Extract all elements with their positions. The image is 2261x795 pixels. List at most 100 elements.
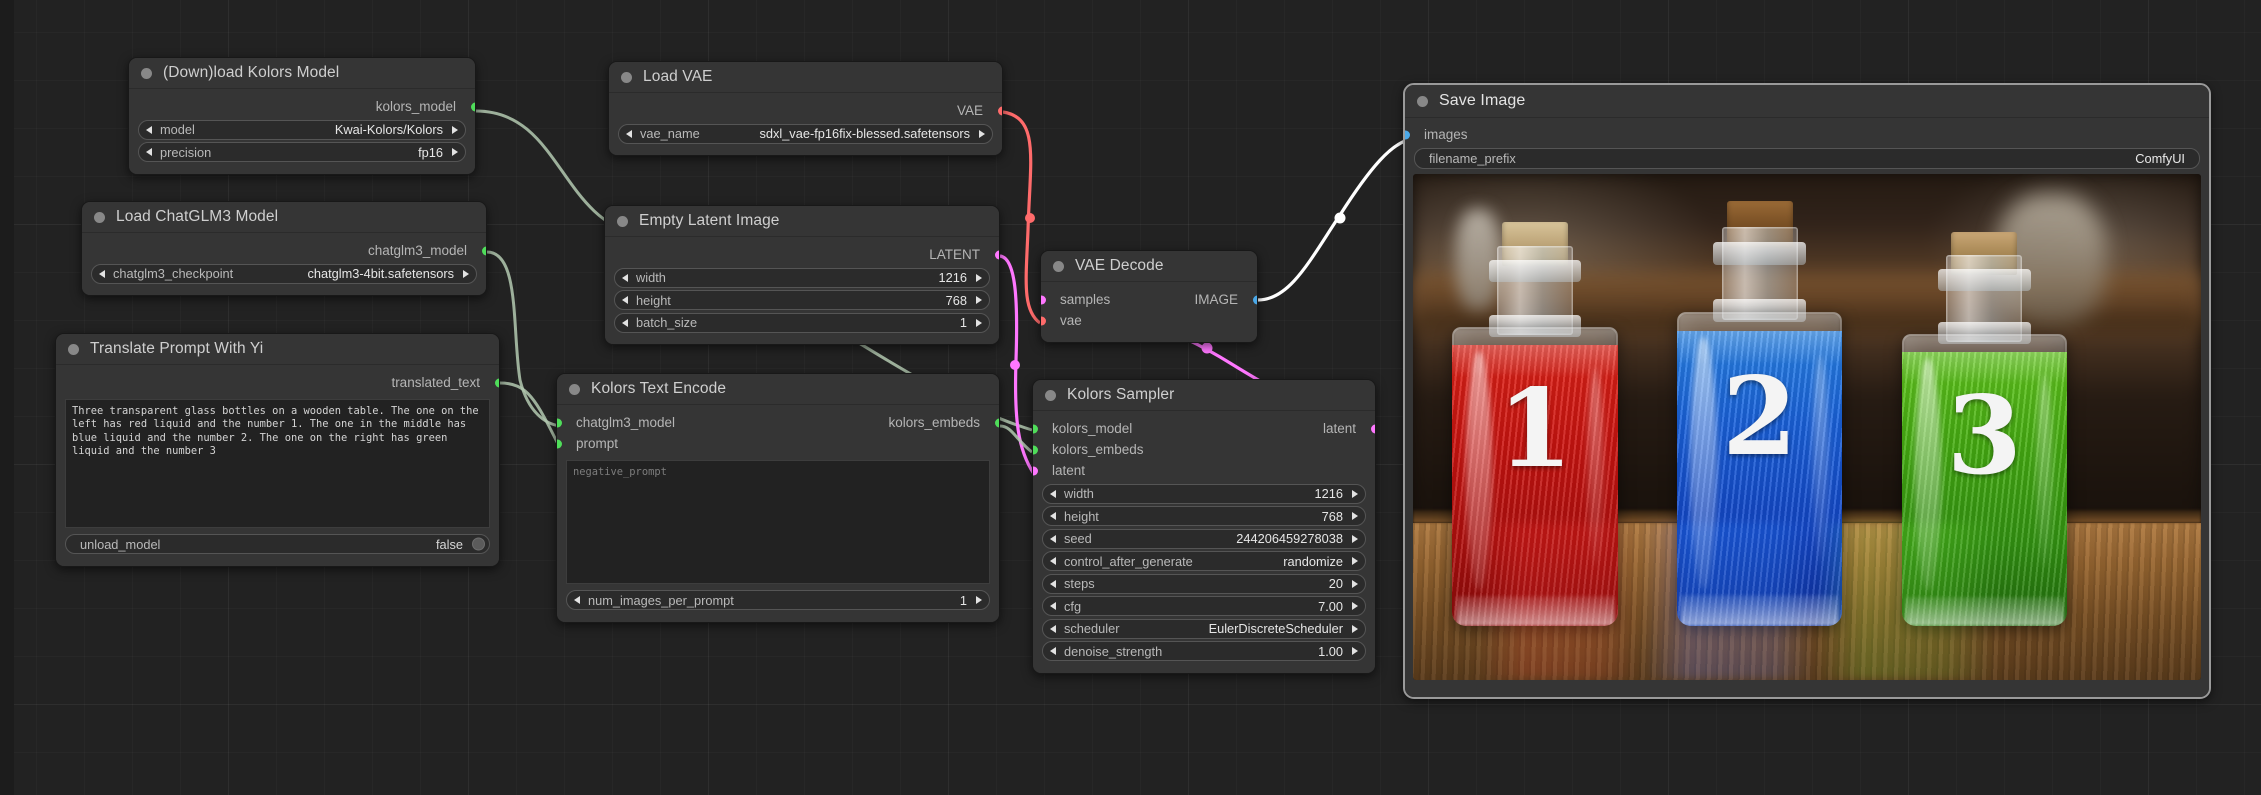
increment-arrow-icon[interactable] (1352, 579, 1358, 588)
output-port-dot[interactable] (481, 246, 486, 255)
output-slot-kolors-model[interactable]: kolors_model (129, 96, 475, 117)
input-slot-latent[interactable]: latent (1033, 460, 1375, 481)
input-port-dot[interactable] (557, 439, 562, 448)
output-slot-translated-text[interactable]: translated_text (56, 372, 499, 393)
input-port-dot[interactable] (1033, 466, 1038, 475)
widget-width[interactable]: width 1216 (1042, 483, 1366, 504)
node-title-bar[interactable]: Load VAE (609, 62, 1002, 93)
node-empty-latent-image[interactable]: Empty Latent Image LATENT width 1216 hei… (604, 205, 1000, 345)
input-slot-vae[interactable]: vae (1041, 310, 1257, 331)
widget-denoise-strength[interactable]: denoise_strength 1.00 (1042, 641, 1366, 661)
decrement-arrow-icon[interactable] (1050, 512, 1056, 520)
node-download-kolors-model[interactable]: (Down)load Kolors Model kolors_model mod… (128, 57, 476, 175)
image-preview[interactable]: 1 2 3 (1413, 173, 2201, 680)
output-slot-kolors-embeds[interactable]: kolors_embeds (557, 412, 999, 433)
increment-arrow-icon[interactable] (976, 318, 982, 327)
node-title-bar[interactable]: Translate Prompt With Yi (56, 334, 499, 365)
node-load-chatglm3-model[interactable]: Load ChatGLM3 Model chatglm3_model chatg… (81, 201, 487, 296)
collapse-dot-icon[interactable] (1417, 95, 1428, 107)
output-port-dot[interactable] (494, 378, 499, 387)
output-slot-latent[interactable]: LATENT (605, 244, 999, 265)
node-vae-decode[interactable]: VAE Decode samples IMAGE vae (1040, 250, 1258, 343)
node-translate-prompt-with-yi[interactable]: Translate Prompt With Yi translated_text… (55, 333, 500, 567)
increment-arrow-icon[interactable] (976, 296, 982, 304)
increment-arrow-icon[interactable] (1352, 534, 1358, 543)
collapse-dot-icon[interactable] (94, 211, 105, 223)
widget-steps[interactable]: steps 20 (1042, 573, 1366, 594)
increment-arrow-icon[interactable] (976, 273, 982, 282)
increment-arrow-icon[interactable] (976, 596, 982, 604)
decrement-arrow-icon[interactable] (99, 269, 105, 278)
output-port-dot[interactable] (470, 102, 475, 111)
widget-precision[interactable]: precision fp16 (138, 142, 466, 162)
output-slot-latent[interactable]: latent (1033, 418, 1375, 439)
input-port-dot[interactable] (1033, 445, 1038, 454)
widget-width[interactable]: width 1216 (614, 267, 990, 288)
output-port-dot[interactable] (1370, 424, 1375, 433)
comfyui-canvas[interactable]: (Down)load Kolors Model kolors_model mod… (0, 0, 2261, 795)
widget-model[interactable]: model Kwai-Kolors/Kolors (138, 119, 466, 140)
widget-height[interactable]: height 768 (1042, 506, 1366, 526)
output-slot-vae[interactable]: VAE (609, 100, 1002, 121)
collapse-dot-icon[interactable] (621, 71, 632, 83)
node-title-bar[interactable]: Kolors Sampler (1033, 380, 1375, 411)
increment-arrow-icon[interactable] (979, 129, 985, 138)
collapse-dot-icon[interactable] (1053, 260, 1064, 272)
decrement-arrow-icon[interactable] (1050, 579, 1056, 588)
node-title-bar[interactable]: Empty Latent Image (605, 206, 999, 237)
widget-seed[interactable]: seed 244206459278038 (1042, 528, 1366, 549)
collapse-dot-icon[interactable] (68, 343, 79, 355)
node-kolors-text-encode[interactable]: Kolors Text Encode chatglm3_model kolors… (556, 373, 1000, 623)
increment-arrow-icon[interactable] (1352, 624, 1358, 633)
decrement-arrow-icon[interactable] (1050, 534, 1056, 543)
input-slot-images[interactable]: images (1405, 124, 2209, 145)
decrement-arrow-icon[interactable] (1050, 602, 1056, 610)
decrement-arrow-icon[interactable] (626, 129, 632, 138)
increment-arrow-icon[interactable] (452, 148, 458, 156)
increment-arrow-icon[interactable] (463, 269, 469, 278)
toggle-knob[interactable] (472, 537, 485, 551)
node-kolors-sampler[interactable]: Kolors Sampler kolors_model latent kolor… (1032, 379, 1376, 674)
node-title-bar[interactable]: Save Image (1405, 85, 2209, 118)
increment-arrow-icon[interactable] (1352, 489, 1358, 498)
collapse-dot-icon[interactable] (141, 67, 152, 79)
widget-vae-name[interactable]: vae_name sdxl_vae-fp16fix-blessed.safete… (618, 123, 993, 144)
node-title-bar[interactable]: (Down)load Kolors Model (129, 58, 475, 89)
output-slot-chatglm3-model[interactable]: chatglm3_model (82, 240, 486, 261)
negative-prompt-textarea[interactable]: negative_prompt (566, 460, 990, 584)
output-slot-image[interactable]: IMAGE (1041, 289, 1257, 310)
widget-height[interactable]: height 768 (614, 290, 990, 310)
decrement-arrow-icon[interactable] (622, 296, 628, 304)
widget-chatglm3-checkpoint[interactable]: chatglm3_checkpoint chatglm3-4bit.safete… (91, 263, 477, 284)
widget-filename-prefix[interactable]: filename_prefix ComfyUI (1414, 147, 2200, 169)
widget-unload-model[interactable]: unload_model false (65, 534, 490, 554)
decrement-arrow-icon[interactable] (1050, 489, 1056, 498)
output-port-dot[interactable] (994, 250, 999, 259)
input-slot-prompt[interactable]: prompt (557, 433, 999, 454)
increment-arrow-icon[interactable] (452, 125, 458, 134)
decrement-arrow-icon[interactable] (622, 318, 628, 327)
output-port-dot[interactable] (997, 106, 1002, 115)
widget-num-images-per-prompt[interactable]: num_images_per_prompt 1 (566, 590, 990, 610)
node-save-image[interactable]: Save Image images filename_prefix ComfyU… (1403, 83, 2211, 699)
decrement-arrow-icon[interactable] (574, 596, 580, 604)
widget-batch-size[interactable]: batch_size 1 (614, 312, 990, 333)
increment-arrow-icon[interactable] (1352, 647, 1358, 655)
decrement-arrow-icon[interactable] (1050, 624, 1056, 633)
widget-scheduler[interactable]: scheduler EulerDiscreteScheduler (1042, 618, 1366, 639)
output-port-dot[interactable] (1252, 295, 1257, 304)
increment-arrow-icon[interactable] (1352, 602, 1358, 610)
node-load-vae[interactable]: Load VAE VAE vae_name sdxl_vae-fp16fix-b… (608, 61, 1003, 156)
increment-arrow-icon[interactable] (1352, 557, 1358, 565)
decrement-arrow-icon[interactable] (146, 148, 152, 156)
widget-cfg[interactable]: cfg 7.00 (1042, 596, 1366, 616)
node-title-bar[interactable]: VAE Decode (1041, 251, 1257, 282)
decrement-arrow-icon[interactable] (622, 273, 628, 282)
node-title-bar[interactable]: Load ChatGLM3 Model (82, 202, 486, 233)
input-port-dot[interactable] (1041, 316, 1046, 325)
collapse-dot-icon[interactable] (569, 383, 580, 395)
decrement-arrow-icon[interactable] (1050, 647, 1056, 655)
decrement-arrow-icon[interactable] (146, 125, 152, 134)
node-title-bar[interactable]: Kolors Text Encode (557, 374, 999, 405)
collapse-dot-icon[interactable] (617, 215, 628, 227)
